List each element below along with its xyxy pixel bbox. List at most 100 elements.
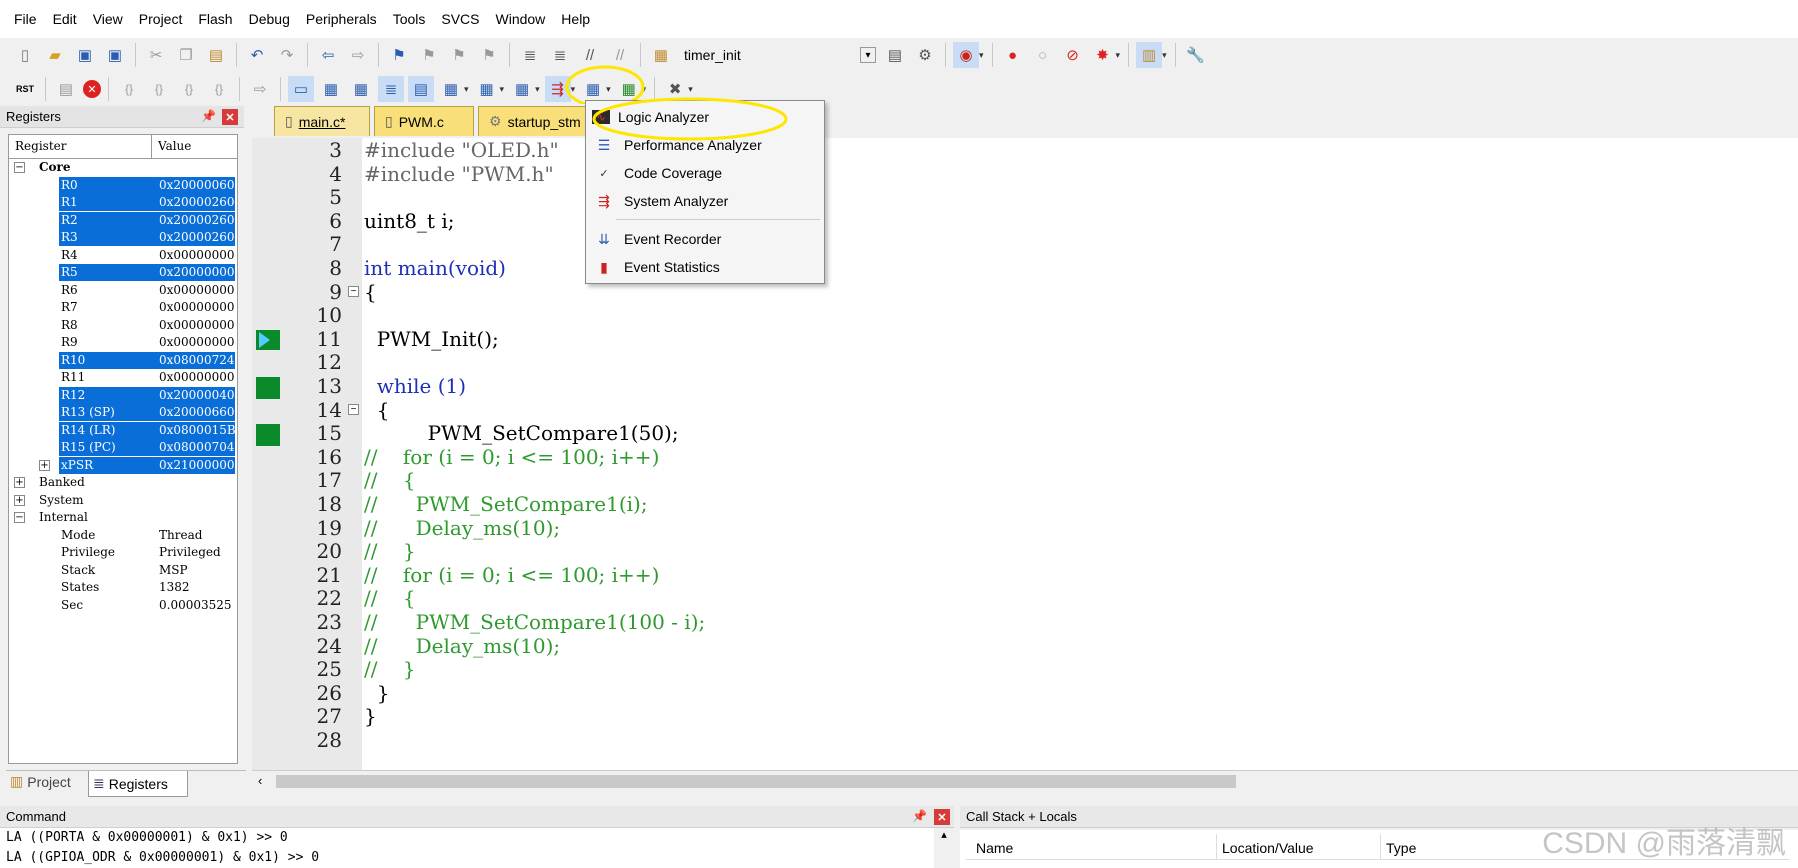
chevron-down-icon[interactable]: ▾ xyxy=(1162,50,1167,61)
step-in-icon[interactable]: {} xyxy=(116,76,142,102)
register-row[interactable]: R2 0x20000260 xyxy=(9,211,237,229)
register-row[interactable]: R11 0x00000000 xyxy=(9,369,237,386)
scroll-up-icon[interactable]: ▴ xyxy=(934,828,954,868)
menu-help[interactable]: Help xyxy=(553,11,598,27)
register-row[interactable]: R14 (LR) 0x0800015B xyxy=(9,421,237,439)
bookmark-icon[interactable]: ⚑ xyxy=(386,42,412,68)
menu-window[interactable]: Window xyxy=(488,11,554,27)
register-row[interactable]: R8 0x00000000 xyxy=(9,317,237,334)
register-row[interactable]: R1 0x20000260 xyxy=(9,194,237,211)
code-line[interactable]: } xyxy=(364,681,390,705)
stop-icon[interactable]: ✕ xyxy=(83,80,101,98)
menu-project[interactable]: Project xyxy=(131,11,191,27)
chevron-down-icon[interactable]: ▾ xyxy=(979,50,984,61)
menu-item-event-recorder[interactable]: ⇊ Event Recorder xyxy=(586,226,824,252)
code-line[interactable]: #include "PWM.h" xyxy=(364,162,554,186)
tab-startup[interactable]: ⚙ startup_stm xyxy=(478,106,588,136)
register-row[interactable]: Stack MSP xyxy=(9,562,237,579)
tab-pwm-c[interactable]: ▯ PWM.c xyxy=(374,106,474,136)
register-row[interactable]: R0 0x20000060 xyxy=(9,176,237,194)
show-next-statement-icon[interactable]: ⇨ xyxy=(247,76,273,102)
menu-peripherals[interactable]: Peripherals xyxy=(298,11,385,27)
debug-session-icon[interactable]: ◉ xyxy=(953,42,979,68)
menu-svcs[interactable]: SVCS xyxy=(433,11,487,27)
menu-tools[interactable]: Tools xyxy=(385,11,434,27)
chevron-down-icon[interactable]: ▾ xyxy=(464,84,469,95)
code-line[interactable]: } xyxy=(364,704,377,728)
new-file-icon[interactable]: ▯ xyxy=(12,42,38,68)
tab-project[interactable]: ▥ Project xyxy=(10,773,71,790)
open-file-icon[interactable]: ▰ xyxy=(42,42,68,68)
code-line[interactable]: // PWM_SetCompare1(100 - i); xyxy=(364,610,705,634)
tree-toggle-icon[interactable]: − xyxy=(14,162,25,173)
close-icon[interactable]: ✕ xyxy=(222,109,238,125)
disable-all-breakpoints-icon[interactable]: ⊘ xyxy=(1060,42,1086,68)
register-row[interactable]: Privilege Privileged xyxy=(9,544,237,561)
code-line[interactable]: PWM_Init(); xyxy=(364,327,499,351)
code-line[interactable]: // Delay_ms(10); xyxy=(364,634,560,658)
copy-icon[interactable]: ❐ xyxy=(173,42,199,68)
next-bookmark-icon[interactable]: ⚑ xyxy=(446,42,472,68)
undo-icon[interactable]: ↶ xyxy=(244,42,270,68)
redo-icon[interactable]: ↷ xyxy=(274,42,300,68)
reset-icon[interactable]: RST xyxy=(12,76,38,102)
tree-node-internal[interactable]: Internal − xyxy=(9,509,237,526)
code-line[interactable]: // } xyxy=(364,539,416,563)
col-name[interactable]: Name xyxy=(976,840,1013,856)
indent-icon[interactable]: ≣ xyxy=(517,42,543,68)
menu-view[interactable]: View xyxy=(85,11,131,27)
register-row[interactable]: R7 0x00000000 xyxy=(9,299,237,316)
save-icon[interactable]: ▣ xyxy=(72,42,98,68)
find-in-files-icon[interactable]: ▤ xyxy=(882,42,908,68)
code-line[interactable]: int main(void) xyxy=(364,256,506,280)
code-line[interactable]: while (1) xyxy=(364,374,466,398)
menu-file[interactable]: File xyxy=(6,11,45,27)
target-select[interactable]: timer_init ▾ xyxy=(680,43,880,67)
code-line[interactable]: // { xyxy=(364,468,416,492)
register-row[interactable]: R5 0x20000000 xyxy=(9,264,237,281)
scroll-left-icon[interactable]: ‹ xyxy=(258,773,262,788)
register-row[interactable]: States 1382 xyxy=(9,579,237,596)
tree-toggle-icon[interactable]: + xyxy=(14,494,25,506)
menu-item-code-coverage[interactable]: ✓ Code Coverage xyxy=(586,160,824,186)
register-row[interactable]: R12 0x20000040 xyxy=(9,386,237,404)
symbols-icon[interactable]: ▦ xyxy=(348,76,374,102)
menu-edit[interactable]: Edit xyxy=(45,11,85,27)
watch-window-icon[interactable]: ▦ xyxy=(438,76,464,102)
wrench-icon[interactable]: 🔧 xyxy=(1183,42,1209,68)
chevron-down-icon[interactable]: ▾ xyxy=(1116,50,1121,61)
register-row[interactable]: R3 0x20000260 xyxy=(9,229,237,246)
code-line[interactable]: // for (i = 0; i <= 100; i++) xyxy=(364,563,659,587)
step-out-icon[interactable]: {} xyxy=(176,76,202,102)
register-row[interactable]: R9 0x00000000 xyxy=(9,334,237,351)
close-icon[interactable]: ✕ xyxy=(934,809,950,825)
tree-node-core[interactable]: Core − xyxy=(9,159,237,176)
tree-node-system[interactable]: System + xyxy=(9,492,237,509)
tree-node-banked[interactable]: Banked + xyxy=(9,474,237,491)
register-row[interactable]: Mode Thread xyxy=(9,527,237,544)
run-icon[interactable]: ▤ xyxy=(53,76,79,102)
tree-toggle-icon[interactable]: + xyxy=(39,459,50,471)
run-to-cursor-icon[interactable]: {} xyxy=(206,76,232,102)
command-window-icon[interactable]: ▭ xyxy=(288,76,314,102)
step-over-icon[interactable]: {} xyxy=(146,76,172,102)
call-stack-icon[interactable]: ▤ xyxy=(408,76,434,102)
tree-toggle-icon[interactable]: − xyxy=(14,512,25,523)
chevron-down-icon[interactable]: ▾ xyxy=(535,84,540,95)
register-row[interactable]: R13 (SP) 0x20000660 xyxy=(9,404,237,421)
register-row[interactable]: Sec 0.00003525 xyxy=(9,597,237,614)
code-line[interactable]: // PWM_SetCompare1(i); xyxy=(364,492,648,516)
paste-icon[interactable]: ▤ xyxy=(203,42,229,68)
code-line[interactable]: uint8_t i; xyxy=(364,209,454,233)
tab-registers[interactable]: ≣ Registers xyxy=(88,771,188,797)
col-register[interactable]: Register xyxy=(9,135,152,158)
forward-icon[interactable]: ⇨ xyxy=(345,42,371,68)
cut-icon[interactable]: ✂ xyxy=(143,42,169,68)
code-line[interactable]: { xyxy=(364,280,377,304)
disassembly-icon[interactable]: ▦ xyxy=(318,76,344,102)
tree-toggle-icon[interactable]: + xyxy=(14,477,25,488)
code-line[interactable]: // Delay_ms(10); xyxy=(364,516,560,540)
pin-icon[interactable]: 📌 xyxy=(201,109,216,123)
code-line[interactable]: // for (i = 0; i <= 100; i++) xyxy=(364,445,659,469)
register-row[interactable]: R15 (PC) 0x08000704 xyxy=(9,439,237,456)
